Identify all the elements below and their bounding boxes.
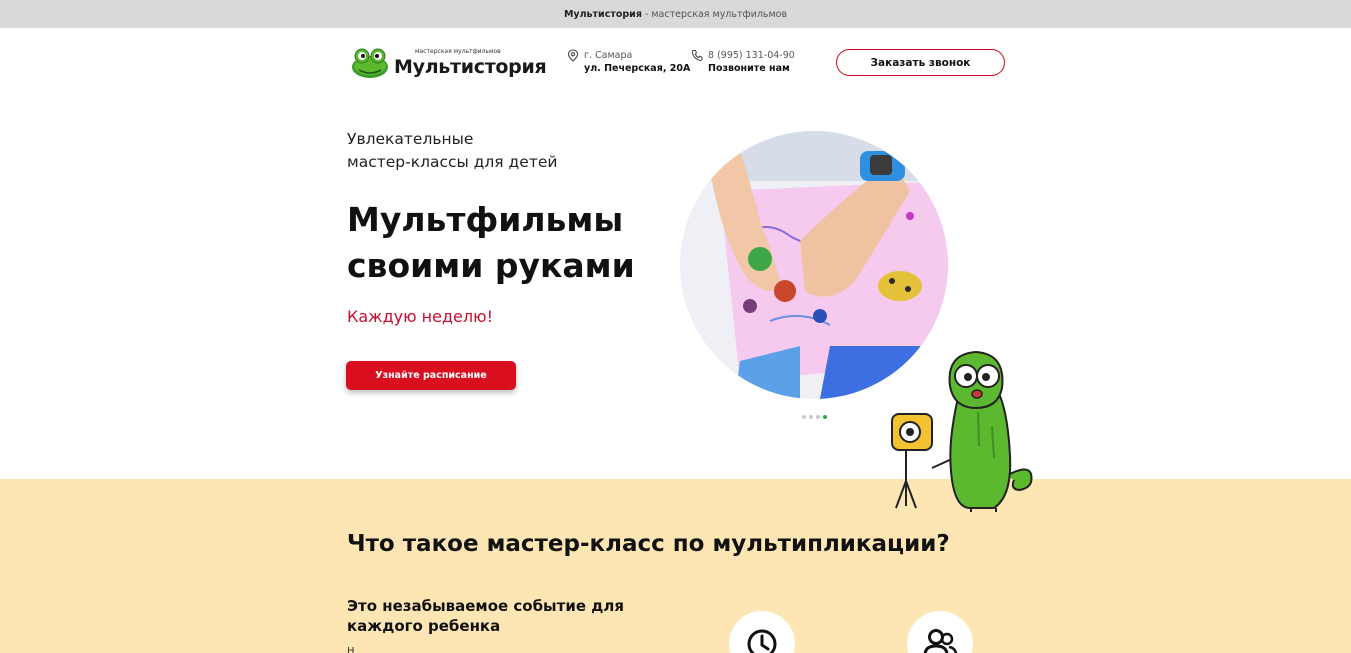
section-subtitle-line1: Это незабываемое событие для — [347, 597, 624, 615]
logo-tagline: мастерская мультфильмов — [415, 48, 501, 55]
chameleon-logo-icon — [352, 48, 388, 78]
section-subtitle: Это незабываемое событие для каждого реб… — [347, 596, 647, 636]
logo-name: Мультистория — [394, 56, 547, 78]
about-section — [0, 479, 1351, 653]
slider-dots — [802, 415, 827, 419]
top-banner: Мультистория - мастерская мультфильмов — [0, 0, 1351, 28]
hero-title: Мультфильмы своими руками — [347, 197, 667, 289]
section-subtitle-line2: каждого ребенка — [347, 617, 501, 635]
section-title: Что такое мастер-класс по мультипликации… — [347, 531, 950, 557]
slider-dot[interactable] — [816, 415, 820, 419]
address-street: ул. Печерская, 20А — [584, 63, 691, 74]
users-icon — [923, 629, 958, 653]
schedule-button[interactable]: Узнайте расписание — [346, 361, 516, 390]
top-banner-brand: Мультистория — [563, 8, 642, 20]
phone-block: 8 (995) 131-04-90 Позвоните нам — [691, 49, 795, 75]
slider-dot[interactable] — [802, 415, 806, 419]
location-pin-icon — [567, 49, 579, 62]
hero-weekly-note: Каждую неделю! — [347, 307, 493, 326]
phone-number[interactable]: 8 (995) 131-04-90 — [691, 49, 795, 62]
address-block: г. Самара ул. Печерская, 20А — [567, 49, 690, 75]
hero-subtitle-line2: мастер-классы для детей — [347, 153, 558, 171]
feature-time — [729, 611, 795, 653]
chameleon-mascot-illustration — [891, 350, 1033, 512]
feature-group — [907, 611, 973, 653]
phone-label: Позвоните нам — [708, 63, 790, 74]
hero-title-line1: Мультфильмы — [347, 200, 624, 239]
phone-icon — [691, 50, 703, 61]
slider-dot[interactable] — [809, 415, 813, 419]
order-call-button[interactable]: Заказать звонок — [836, 49, 1005, 76]
site-logo[interactable]: мастерская мультфильмов Мультистория — [350, 44, 547, 80]
hero-subtitle-line1: Увлекательные — [347, 130, 474, 148]
hero-subtitle: Увлекательные мастер-классы для детей — [347, 128, 667, 174]
site-header: мастерская мультфильмов Мультистория г. … — [0, 28, 1351, 96]
top-banner-tagline: - мастерская мультфильмов — [644, 8, 788, 20]
section-text: Н — [347, 646, 355, 653]
address-city: г. Самара — [584, 50, 633, 61]
slider-dot-active[interactable] — [823, 415, 827, 419]
clock-icon — [747, 629, 777, 653]
hero-title-line2: своими руками — [347, 246, 635, 285]
